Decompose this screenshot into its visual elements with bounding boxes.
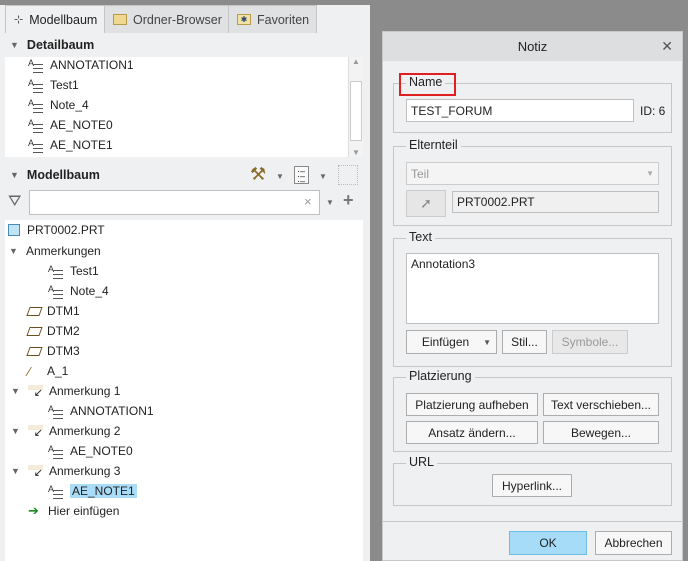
datum-plane-icon (26, 326, 43, 336)
tree-item[interactable]: A AE_NOTE0 (48, 441, 133, 461)
detail-tree-item[interactable]: A AE_NOTE0 (28, 115, 113, 135)
detail-tree-list: A ANNOTATION1 A Test1 A Note_4 A AE_NOTE0 A AE_NO… (5, 57, 363, 157)
list-settings-icon[interactable]: ·– ·– ·– (294, 166, 309, 186)
tree-item[interactable]: ▼ ↙ Anmerkung 2 (11, 421, 120, 441)
tree-item[interactable]: ➔ Hier einfügen (28, 501, 119, 521)
close-icon[interactable]: ✕ (661, 38, 673, 55)
clear-icon[interactable]: × (304, 194, 312, 209)
tree-item[interactable]: ▼ ↙ Anmerkung 1 (11, 381, 120, 401)
tree-item[interactable]: ▼ Anmerkungen (9, 241, 101, 261)
tree-item[interactable]: A Note_4 (48, 281, 109, 301)
chevron-down-icon[interactable]: ▼ (276, 172, 284, 181)
scroll-thumb[interactable] (350, 81, 362, 141)
note-icon: A (28, 98, 44, 113)
tree-item[interactable]: A AE_NOTE1 (48, 481, 137, 501)
note-icon: A (48, 484, 64, 499)
detail-tree-item[interactable]: A Note_4 (28, 95, 89, 115)
dialog-titlebar: Notiz (383, 32, 682, 61)
tree-root[interactable]: PRT0002.PRT (8, 220, 105, 240)
model-tree-header[interactable]: ▼ Modellbaum (10, 168, 100, 182)
highlight-box (399, 73, 456, 96)
id-label: ID: 6 (640, 104, 666, 118)
detail-tree-item[interactable]: A ANNOTATION1 (28, 55, 134, 75)
datum-plane-icon (26, 346, 43, 356)
tree-item[interactable]: A Test1 (48, 261, 99, 281)
add-icon[interactable]: + (343, 190, 354, 211)
parent-type-select[interactable]: Teil ▼ (406, 162, 659, 185)
note-icon: A (28, 58, 44, 73)
filter-input[interactable] (29, 190, 320, 215)
note-icon: A (28, 138, 44, 153)
part-icon (8, 224, 20, 236)
tree-item[interactable]: DTM3 (26, 341, 80, 361)
note-icon: A (28, 118, 44, 133)
insert-button[interactable]: Einfügen ▼ (406, 330, 497, 354)
chevron-down-icon: ▼ (646, 169, 654, 178)
favorites-folder-icon: ✱ (237, 14, 251, 25)
note-text-area[interactable]: Annotation3 (406, 253, 659, 324)
filter-icon[interactable]: ⛛ (8, 193, 21, 211)
expand-icon[interactable]: ▼ (11, 386, 20, 396)
collapse-icon: ▼ (10, 40, 19, 50)
tree-item[interactable]: DTM1 (26, 301, 80, 321)
datum-axis-icon: ⁄ (28, 363, 31, 379)
datum-plane-icon (26, 306, 43, 316)
detail-tree-header[interactable]: ▼ Detailbaum (10, 38, 94, 52)
insert-arrow-icon: ➔ (28, 503, 39, 518)
note-icon: A (48, 284, 64, 299)
parent-part-field: PRT0002.PRT (452, 191, 659, 213)
chevron-down-icon[interactable]: ▼ (319, 172, 327, 181)
url-legend: URL (406, 455, 438, 469)
cursor-icon: ➚ (420, 195, 432, 211)
tree-item[interactable]: A ANNOTATION1 (48, 401, 154, 421)
scrollbar[interactable]: ▲ ▼ (348, 57, 363, 157)
tree-item[interactable]: ⁄ A_1 (28, 361, 68, 381)
tools-icon[interactable]: ⚒ (250, 164, 266, 185)
tab-ordner-browser[interactable]: Ordner-Browser (104, 5, 229, 33)
chevron-down-icon: ▼ (483, 337, 491, 347)
expand-icon[interactable]: ▼ (11, 466, 20, 476)
cancel-button[interactable]: Abbrechen (595, 531, 672, 555)
model-tree-panel: ⊹ Modellbaum Ordner-Browser ✱ Favoriten ▼ D… (0, 0, 370, 561)
parent-legend: Elternteil (406, 138, 461, 152)
scroll-down-icon[interactable]: ▼ (349, 148, 363, 157)
expand-icon[interactable]: ▼ (11, 426, 20, 436)
placement-legend: Platzierung (406, 369, 475, 383)
note-icon: A (48, 444, 64, 459)
select-parent-button[interactable]: ➚ (406, 190, 446, 217)
symbols-button: Symbole... (552, 330, 628, 354)
chevron-down-icon[interactable]: ▼ (326, 198, 334, 207)
text-legend: Text (406, 230, 435, 244)
tree-item[interactable]: DTM2 (26, 321, 80, 341)
note-dialog: Notiz ✕ Name TEST_FORUM ID: 6 Elternteil… (382, 31, 683, 561)
style-button[interactable]: Stil... (502, 330, 547, 354)
tab-modellbaum[interactable]: ⊹ Modellbaum (5, 5, 105, 33)
move-button[interactable]: Bewegen... (543, 421, 659, 444)
tree-item[interactable]: ▼ ↙ Anmerkung 3 (11, 461, 120, 481)
divider (383, 521, 682, 522)
show-hide-icon[interactable] (338, 165, 358, 185)
tab-favoriten[interactable]: ✱ Favoriten (228, 5, 317, 33)
folders-icon (113, 14, 127, 25)
unplace-button[interactable]: Platzierung aufheben (406, 393, 538, 416)
note-icon: A (48, 264, 64, 279)
hyperlink-button[interactable]: Hyperlink... (492, 474, 572, 497)
expand-icon[interactable]: ▼ (9, 246, 18, 256)
model-tree-list: PRT0002.PRT ▼ Anmerkungen A Test1 A Note_4 DTM… (5, 220, 363, 561)
annotation-icon: ↙ (28, 385, 43, 399)
move-text-button[interactable]: Text verschieben... (543, 393, 659, 416)
name-input[interactable]: TEST_FORUM (406, 99, 634, 122)
collapse-icon: ▼ (10, 170, 19, 180)
ok-button[interactable]: OK (509, 531, 587, 555)
detail-tree-item[interactable]: A AE_NOTE1 (28, 135, 113, 155)
detail-tree-item[interactable]: A Test1 (28, 75, 79, 95)
tree-icon: ⊹ (14, 14, 24, 26)
note-icon: A (48, 404, 64, 419)
note-icon: A (28, 78, 44, 93)
annotation-icon: ↙ (28, 465, 43, 479)
change-origin-button[interactable]: Ansatz ändern... (406, 421, 538, 444)
annotation-icon: ↙ (28, 425, 43, 439)
scroll-up-icon[interactable]: ▲ (349, 57, 363, 66)
